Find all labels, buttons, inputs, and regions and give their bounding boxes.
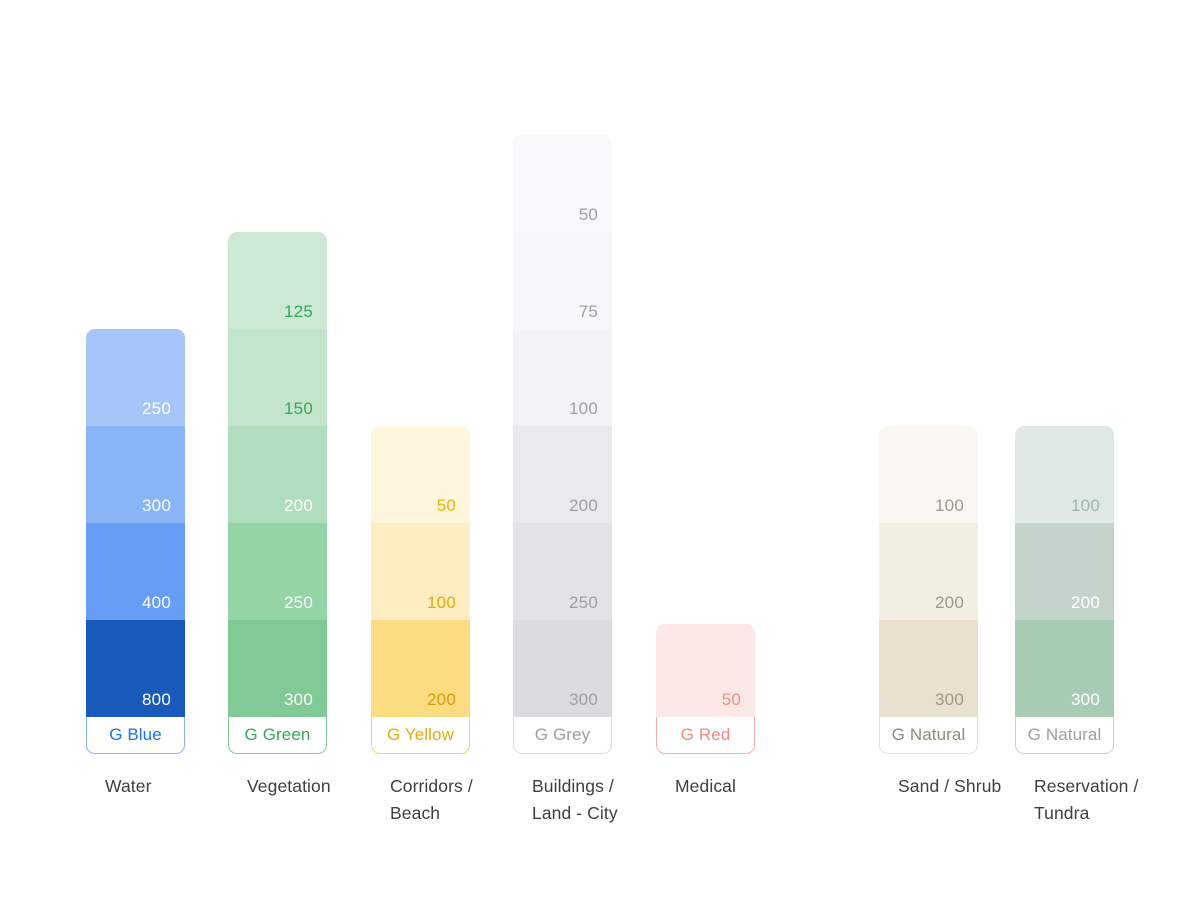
color-swatch[interactable]: 250 [86,329,185,426]
swatch-tone-value: 50 [436,496,456,515]
swatch-tone-value: 400 [142,593,171,612]
swatch-tone-value: 150 [284,399,313,418]
swatch-stack: 50 100 200 [371,426,470,717]
swatch-tone-value: 50 [721,690,741,709]
swatch-tone-value: 250 [142,399,171,418]
palette-footer-corridors-beach[interactable]: G Yellow [371,716,470,754]
color-swatch[interactable]: 200 [371,620,470,717]
swatch-tone-value: 300 [569,690,598,709]
swatch-tone-value: 200 [935,593,964,612]
color-swatch[interactable]: 800 [86,620,185,717]
color-swatch[interactable]: 100 [1015,426,1114,523]
palette-name-label: G Yellow [387,724,454,744]
swatch-stack: 100 200 300 [879,426,978,717]
palette-column-corridors-beach[interactable]: 50 100 200 G Yellow [371,426,470,754]
color-swatch[interactable]: 100 [513,329,612,426]
color-swatch[interactable]: 300 [513,620,612,717]
swatch-tone-value: 200 [569,496,598,515]
color-swatch[interactable]: 100 [371,523,470,620]
palette-name-label: G Natural [1027,724,1102,744]
swatch-tone-value: 75 [578,302,598,321]
swatch-tone-value: 200 [427,690,456,709]
color-swatch[interactable]: 300 [86,426,185,523]
color-swatch[interactable]: 200 [228,426,327,523]
swatch-stack: 50 [656,624,755,717]
swatch-stack: 50 75 100 200 250 300 [513,135,612,717]
swatch-tone-value: 200 [284,496,313,515]
palette-column-water[interactable]: 250 300 400 800 G Blue [86,329,185,754]
palette-name-label: G Natural [891,724,966,744]
palette-chart-canvas: 250 300 400 800 G Blue Water 125 150 200 250 300 G … [0,0,1200,910]
palette-column-medical[interactable]: 50 G Red [656,624,755,754]
color-swatch[interactable]: 300 [1015,620,1114,717]
palette-name-label: G Grey [534,724,591,744]
swatch-stack: 100 200 300 [1015,426,1114,717]
color-swatch[interactable]: 250 [228,523,327,620]
color-swatch[interactable]: 200 [513,426,612,523]
palette-footer-vegetation[interactable]: G Green [228,716,327,754]
swatch-tone-value: 250 [569,593,598,612]
swatch-tone-value: 300 [1071,690,1100,709]
color-swatch[interactable]: 300 [879,620,978,717]
palette-name-label: G Blue [109,724,162,744]
swatch-tone-value: 300 [284,690,313,709]
swatch-tone-value: 100 [427,593,456,612]
swatch-tone-value: 800 [142,690,171,709]
palette-footer-buildings-land-city[interactable]: G Grey [513,716,612,754]
color-swatch[interactable]: 50 [656,624,755,717]
swatch-tone-value: 125 [284,302,313,321]
palette-footer-reservation-tundra[interactable]: G Natural [1015,716,1114,754]
color-swatch[interactable]: 100 [879,426,978,523]
palette-column-vegetation[interactable]: 125 150 200 250 300 G Green [228,232,327,754]
category-caption-medical: Medical [675,776,737,796]
swatch-tone-value: 200 [1071,593,1100,612]
category-caption-reservation-tundra: Reservation / Tundra [1034,776,1139,824]
palette-column-reservation-tundra[interactable]: 100 200 300 G Natural [1015,426,1114,754]
palette-footer-sand-shrub[interactable]: G Natural [879,716,978,754]
swatch-tone-value: 100 [1071,496,1100,515]
color-swatch[interactable]: 50 [513,135,612,232]
swatch-tone-value: 50 [578,205,598,224]
color-swatch[interactable]: 75 [513,232,612,329]
palette-name-label: G Green [244,724,311,744]
color-swatch[interactable]: 150 [228,329,327,426]
swatch-stack: 125 150 200 250 300 [228,232,327,717]
palette-footer-medical[interactable]: G Red [656,716,755,754]
palette-name-label: G Red [680,724,731,744]
palette-column-buildings-land-city[interactable]: 50 75 100 200 250 300 G Grey [513,135,612,754]
color-swatch[interactable]: 50 [371,426,470,523]
swatch-tone-value: 100 [569,399,598,418]
color-swatch[interactable]: 400 [86,523,185,620]
color-swatch[interactable]: 125 [228,232,327,329]
palette-column-sand-shrub[interactable]: 100 200 300 G Natural [879,426,978,754]
swatch-tone-value: 300 [142,496,171,515]
palette-footer-water[interactable]: G Blue [86,716,185,754]
swatch-tone-value: 250 [284,593,313,612]
color-swatch[interactable]: 300 [228,620,327,717]
swatch-tone-value: 100 [935,496,964,515]
swatch-tone-value: 300 [935,690,964,709]
color-swatch[interactable]: 200 [1015,523,1114,620]
color-swatch[interactable]: 250 [513,523,612,620]
color-swatch[interactable]: 200 [879,523,978,620]
swatch-stack: 250 300 400 800 [86,329,185,717]
